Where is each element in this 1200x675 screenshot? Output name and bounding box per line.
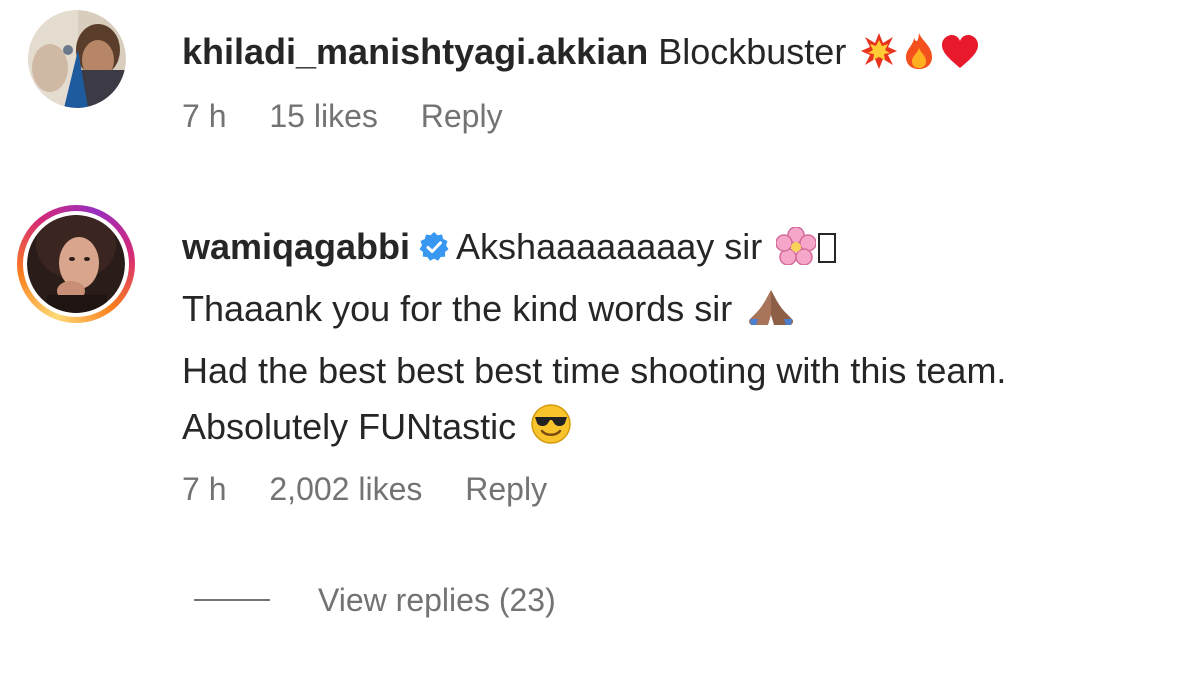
avatar[interactable] — [28, 10, 126, 108]
collision-emoji — [860, 30, 898, 86]
cherry-blossom-emoji — [775, 225, 818, 281]
avatar-story-ring[interactable] — [17, 205, 135, 323]
comment-body: khiladi_manishtyagi.akkian Blockbuster — [182, 24, 1200, 86]
fire-emoji — [902, 30, 936, 86]
comment-time[interactable]: 7 h — [182, 98, 226, 135]
smiling-face-with-sunglasses-emoji — [530, 403, 572, 461]
comment-text: Blockbuster — [658, 31, 847, 72]
comment-body: wamiqagabbi Akshaaaaaaaay sir Thaaank yo… — [182, 219, 1200, 461]
reply-button[interactable]: Reply — [421, 98, 503, 135]
comment-likes[interactable]: 15 likes — [269, 98, 378, 135]
folded-hands-emoji — [746, 287, 796, 343]
view-replies-label: View replies (23) — [318, 581, 556, 618]
comment-text-line-4: Absolutely FUNtastic — [182, 406, 517, 447]
comment-meta: 7 h 15 likes Reply — [182, 98, 537, 135]
avatar — [27, 215, 125, 313]
missing-glyph — [818, 233, 837, 263]
comment-likes[interactable]: 2,002 likes — [269, 471, 422, 508]
avatar-ring-gap — [23, 211, 129, 317]
avatar-photo — [28, 10, 126, 108]
avatar-photo — [27, 215, 125, 313]
comment-meta: 7 h 2,002 likes Reply — [182, 471, 581, 508]
comment-time[interactable]: 7 h — [182, 471, 226, 508]
verified-badge-icon — [418, 223, 450, 279]
red-heart-emoji — [940, 30, 980, 86]
comment-text-line-1: Akshaaaaaaaay sir — [456, 226, 763, 267]
comments-section: khiladi_manishtyagi.akkian Blockbuster 7… — [0, 0, 1200, 675]
view-replies-divider — [194, 599, 270, 601]
comment-username[interactable]: wamiqagabbi — [182, 226, 410, 267]
comment-username[interactable]: khiladi_manishtyagi.akkian — [182, 31, 648, 72]
reply-button[interactable]: Reply — [465, 471, 547, 508]
comment-text-line-3: Had the best best best time shooting wit… — [182, 350, 1007, 391]
view-replies-button[interactable]: View replies (23) — [194, 578, 556, 622]
comment-text-line-2: Thaaank you for the kind words sir — [182, 288, 733, 329]
